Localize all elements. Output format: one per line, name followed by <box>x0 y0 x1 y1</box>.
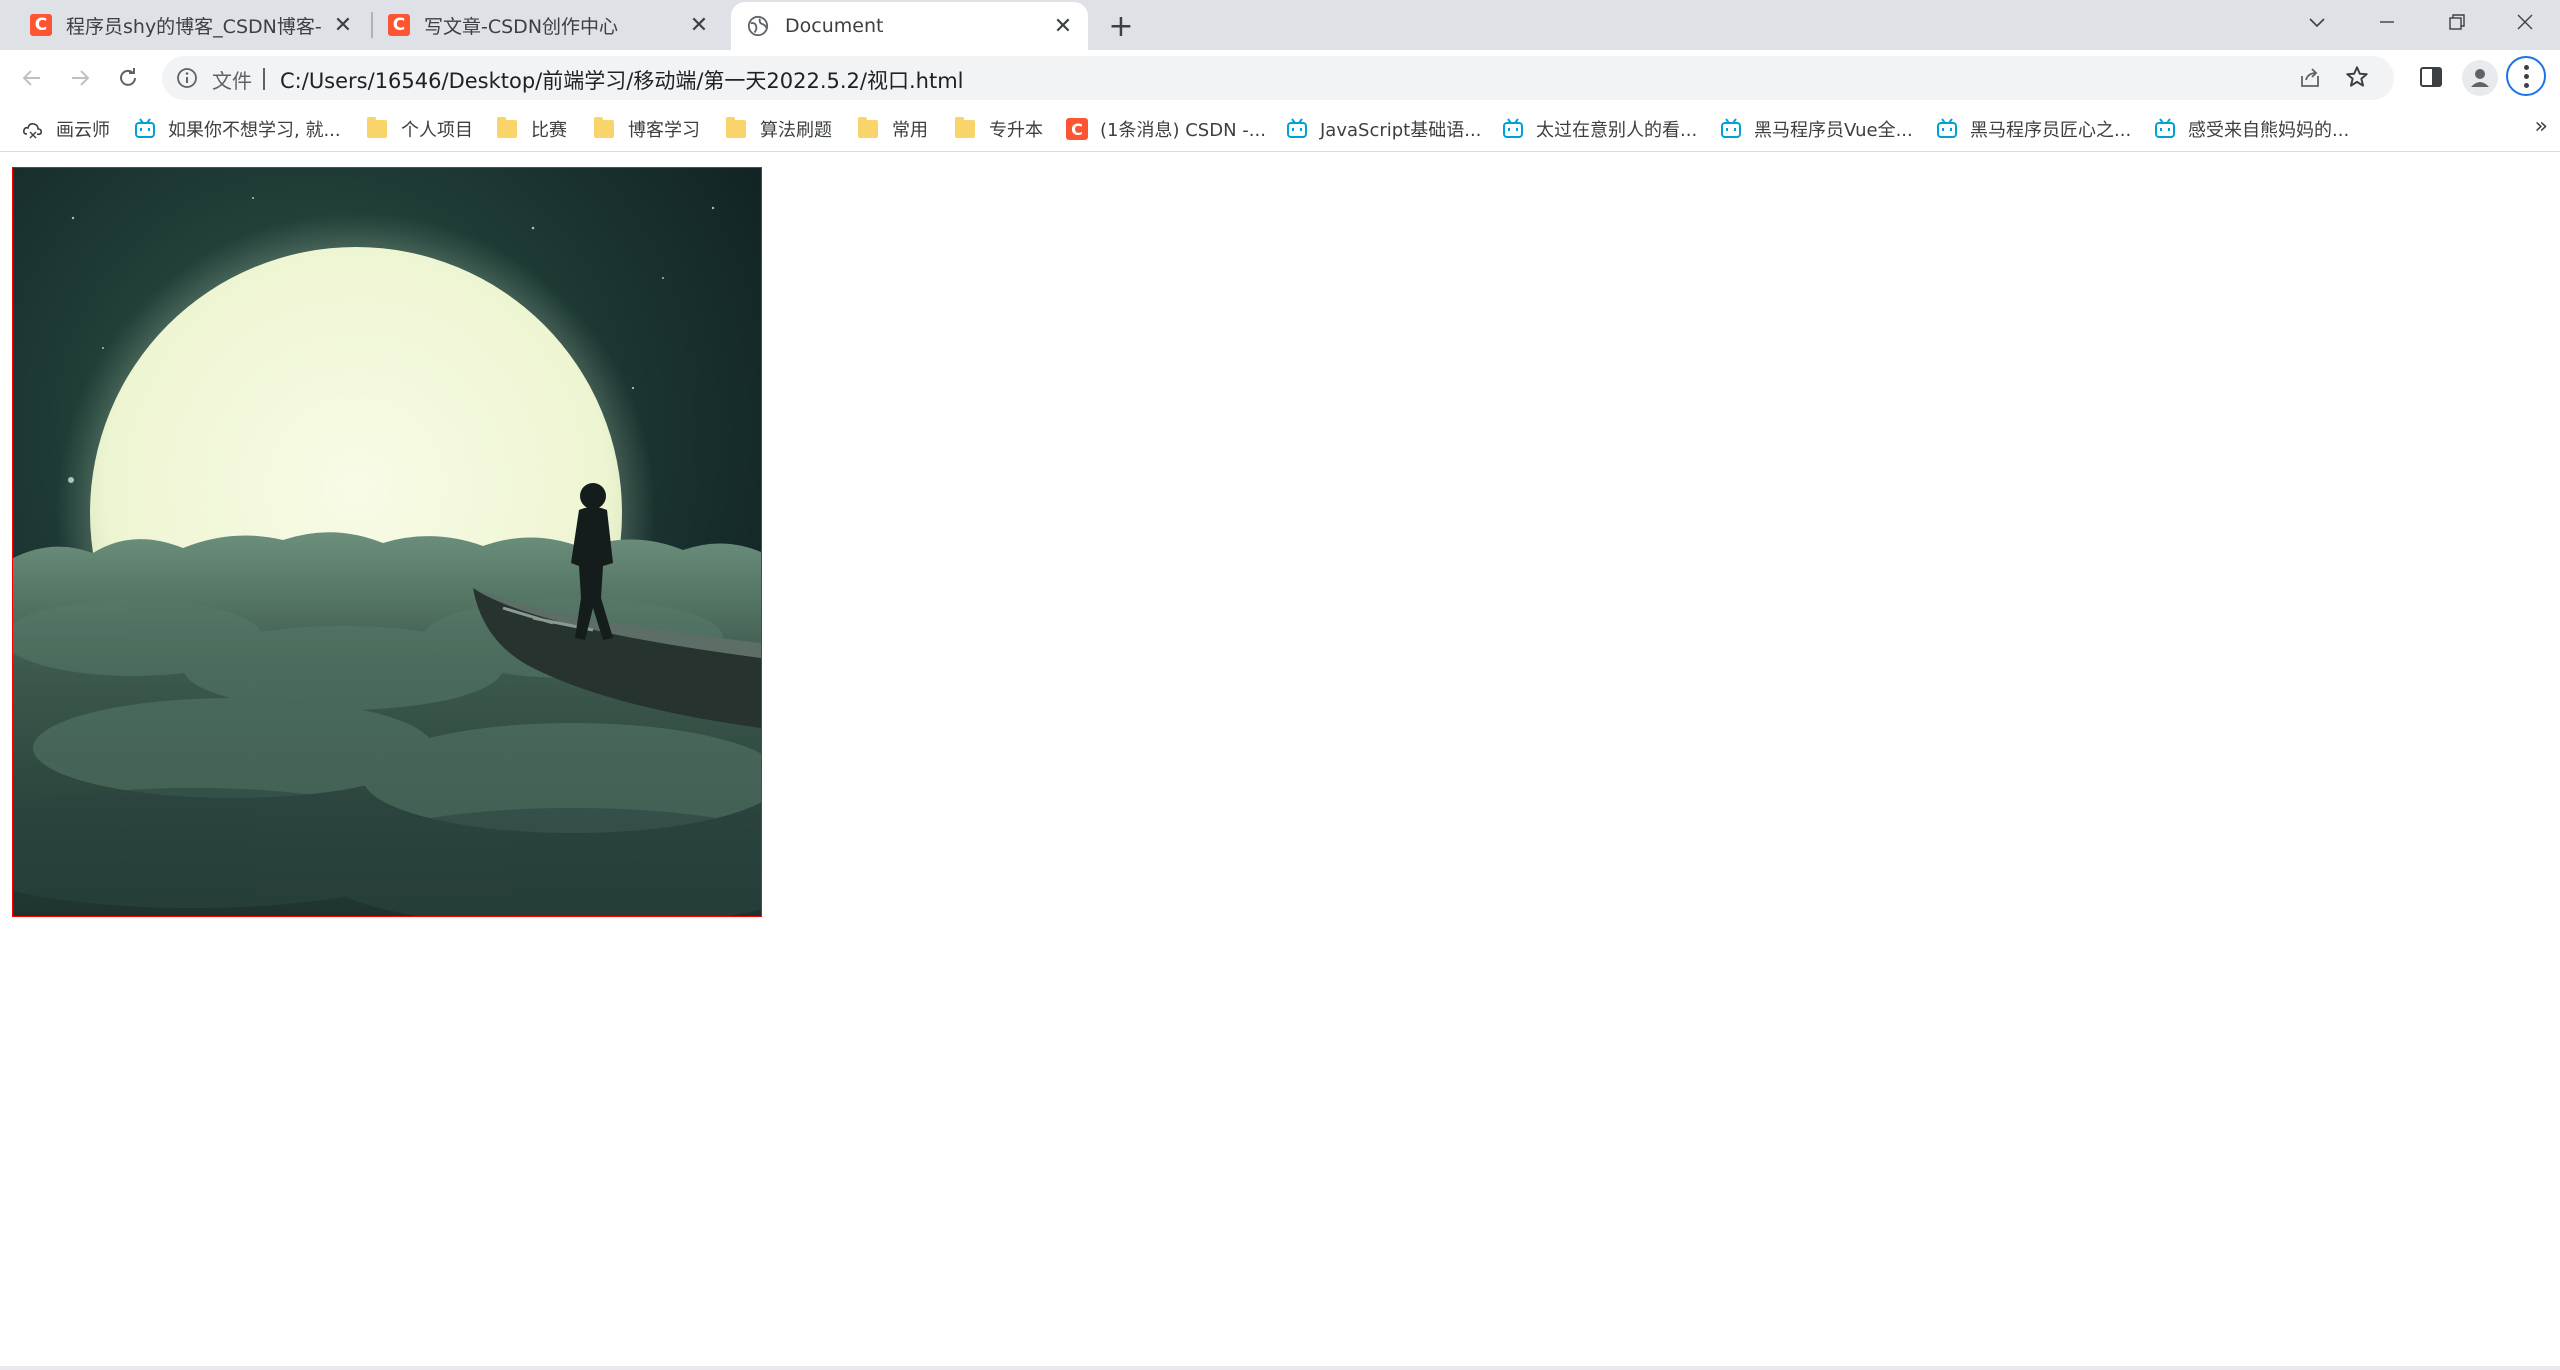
folder-icon <box>497 117 519 140</box>
bilibili-icon <box>1937 118 1957 138</box>
bookmark-item[interactable]: JavaScript基础语... <box>1286 114 1481 144</box>
bookmark-folder[interactable]: 比赛 <box>497 114 567 144</box>
new-tab-icon[interactable]: + <box>1104 9 1138 44</box>
cloud-icon <box>23 123 42 139</box>
window-close-icon[interactable] <box>2490 0 2560 44</box>
tab-document-active[interactable]: Document ✕ <box>731 2 1088 50</box>
tab-search-chevron-icon[interactable] <box>2282 0 2352 44</box>
bookmark-label: 比赛 <box>531 120 567 141</box>
more-bookmarks-chevron-icon[interactable]: » <box>2535 114 2548 139</box>
bookmark-label: 感受来自熊妈妈的... <box>2188 120 2350 141</box>
close-icon[interactable]: ✕ <box>1050 13 1076 39</box>
security-label: 文件 <box>212 69 252 93</box>
close-icon[interactable]: ✕ <box>686 12 712 38</box>
back-icon[interactable] <box>12 58 52 98</box>
bookmark-label: 画云师 <box>56 120 110 141</box>
bookmark-item[interactable]: 如果你不想学习, 就... <box>134 114 341 144</box>
bilibili-icon <box>1503 118 1523 138</box>
folder-icon <box>726 117 748 140</box>
omnibox-divider <box>263 68 265 90</box>
tab-separator <box>371 12 373 38</box>
page-image-box <box>12 167 762 917</box>
bookmark-item[interactable]: 黑马程序员匠心之... <box>1936 114 2131 144</box>
bilibili-icon <box>135 118 155 138</box>
bookmark-item[interactable]: C (1条消息) CSDN -... <box>1066 114 1266 144</box>
tab-title: 程序员shy的博客_CSDN博客-《 <box>66 15 330 38</box>
bookmark-label: JavaScript基础语... <box>1320 120 1482 141</box>
window-bottom-edge <box>0 1366 2560 1370</box>
folder-icon <box>858 117 880 140</box>
bookmark-label: 如果你不想学习, 就... <box>168 120 341 141</box>
folder-icon <box>594 117 616 140</box>
kebab-menu-icon[interactable] <box>2506 56 2546 96</box>
share-icon[interactable] <box>2298 66 2322 90</box>
side-panel-icon[interactable] <box>2418 64 2444 90</box>
tab-csdn-editor[interactable]: C 写文章-CSDN创作中心 ✕ <box>374 0 724 50</box>
address-bar[interactable]: 文件 C:/Users/16546/Desktop/前端学习/移动端/第一天20… <box>162 56 2394 100</box>
bookmark-item[interactable]: 画云师 <box>22 114 110 144</box>
reload-icon[interactable] <box>108 58 148 98</box>
globe-icon <box>747 15 769 37</box>
bookmark-label: 常用 <box>892 120 928 141</box>
forward-icon[interactable] <box>60 58 100 98</box>
bookmark-label: 黑马程序员Vue全... <box>1754 120 1913 141</box>
bookmark-item[interactable]: 感受来自熊妈妈的... <box>2154 114 2349 144</box>
csdn-icon: C <box>1066 118 1088 140</box>
bookmark-label: (1条消息) CSDN -... <box>1100 120 1266 141</box>
toolbar: 文件 C:/Users/16546/Desktop/前端学习/移动端/第一天20… <box>0 50 2560 106</box>
bookmark-item[interactable]: 太过在意别人的看... <box>1502 114 1697 144</box>
tab-strip: C 程序员shy的博客_CSDN博客-《 ✕ C 写文章-CSDN创作中心 ✕ … <box>0 0 2560 50</box>
info-icon[interactable] <box>176 67 198 89</box>
bookmark-folder[interactable]: 专升本 <box>955 114 1043 144</box>
csdn-favicon-icon: C <box>388 14 410 36</box>
tab-title: Document <box>785 15 884 37</box>
bilibili-icon <box>2155 118 2175 138</box>
bookmark-folder[interactable]: 常用 <box>858 114 928 144</box>
bilibili-icon <box>1287 118 1307 138</box>
bookmarks-bar: 画云师 如果你不想学习, 就... 个人项目 比赛 博客学习 算法刷题 常用 专… <box>0 106 2560 152</box>
bookmark-label: 个人项目 <box>401 120 473 141</box>
url-text[interactable]: C:/Users/16546/Desktop/前端学习/移动端/第一天2022.… <box>280 65 964 95</box>
profile-avatar-icon[interactable] <box>2462 60 2498 96</box>
bookmark-folder[interactable]: 博客学习 <box>594 114 700 144</box>
minimize-icon[interactable] <box>2352 0 2422 44</box>
restore-icon[interactable] <box>2422 0 2492 44</box>
bookmark-label: 算法刷题 <box>760 120 832 141</box>
bookmark-folder[interactable]: 个人项目 <box>367 114 473 144</box>
csdn-favicon-icon: C <box>30 14 52 36</box>
bookmark-label: 博客学习 <box>628 120 700 141</box>
bilibili-icon <box>1721 118 1741 138</box>
folder-icon <box>367 117 389 140</box>
bookmark-folder[interactable]: 算法刷题 <box>726 114 832 144</box>
moon-boat-illustration <box>13 168 761 916</box>
bookmark-label: 太过在意别人的看... <box>1536 120 1698 141</box>
tab-csdn-blog[interactable]: C 程序员shy的博客_CSDN博客-《 ✕ <box>16 0 368 50</box>
folder-icon <box>955 117 977 140</box>
bookmark-label: 黑马程序员匠心之... <box>1970 120 2132 141</box>
bookmark-item[interactable]: 黑马程序员Vue全... <box>1720 114 1913 144</box>
bookmark-label: 专升本 <box>989 120 1043 141</box>
close-icon[interactable]: ✕ <box>330 12 356 38</box>
tab-title: 写文章-CSDN创作中心 <box>424 15 619 38</box>
bookmark-star-icon[interactable] <box>2344 64 2370 90</box>
